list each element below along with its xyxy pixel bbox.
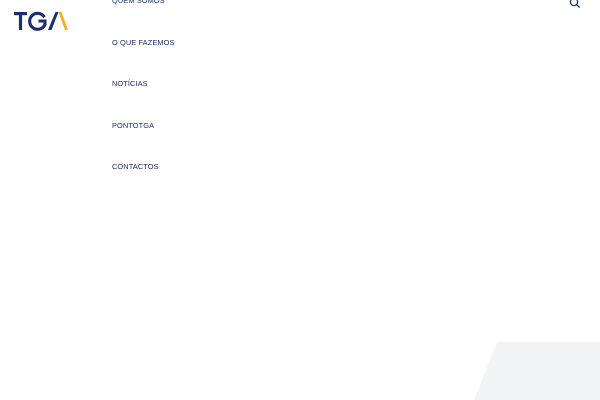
search-icon xyxy=(569,0,580,8)
nav-link-o-que-fazemos[interactable]: O QUE FAZEMOS xyxy=(112,36,175,50)
tga-logo-mark xyxy=(14,11,68,31)
nav-item-contactos: CONTACTOS xyxy=(112,160,175,202)
nav-link-pontotga[interactable]: PONTOTGA xyxy=(112,119,154,133)
page: QUEM SOMOS O QUE FAZEMOS NOTÍCIAS PONTOT… xyxy=(0,0,600,400)
main-navigation: QUEM SOMOS O QUE FAZEMOS NOTÍCIAS PONTOT… xyxy=(112,0,175,202)
nav-item-quem-somos: QUEM SOMOS xyxy=(112,0,175,36)
nav-link-contactos[interactable]: CONTACTOS xyxy=(112,160,159,174)
nav-item-o-que-fazemos: O QUE FAZEMOS xyxy=(112,36,175,78)
search-button[interactable] xyxy=(568,0,582,10)
nav-item-noticias: NOTÍCIAS xyxy=(112,77,175,119)
background-decoration xyxy=(474,342,600,400)
logo[interactable] xyxy=(14,11,68,31)
nav-link-quem-somos[interactable]: QUEM SOMOS xyxy=(112,0,165,8)
nav-item-pontotga: PONTOTGA xyxy=(112,119,175,161)
nav-link-noticias[interactable]: NOTÍCIAS xyxy=(112,77,148,91)
